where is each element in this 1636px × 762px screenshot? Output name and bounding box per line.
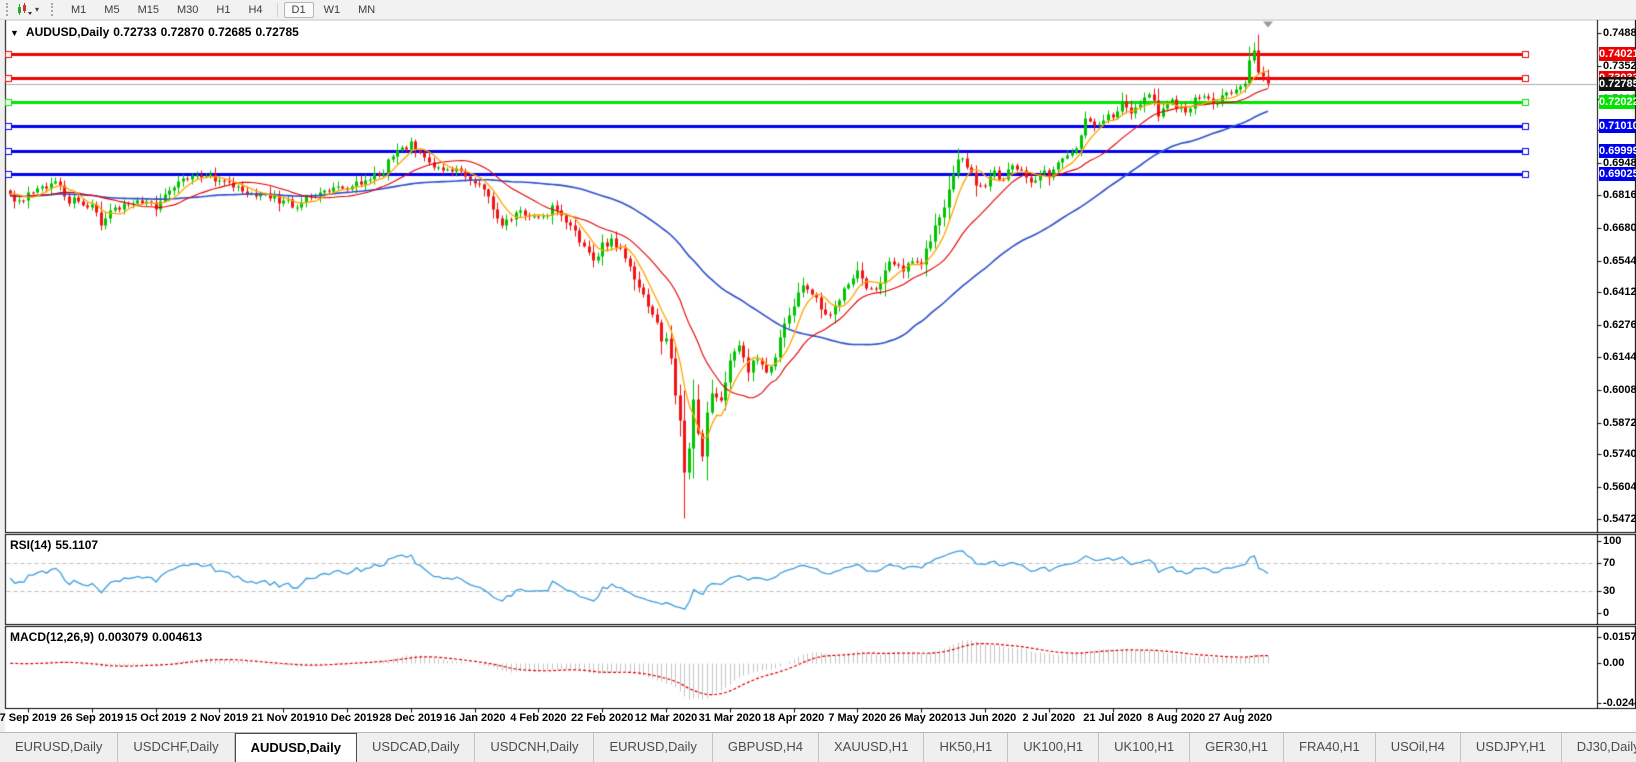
symbol-tab-uk100-h1-9[interactable]: UK100,H1 [1008,733,1100,762]
timeframe-button-h1[interactable]: H1 [208,2,238,18]
ohlc-low: 0.72685 [208,25,252,39]
symbol-tab-hk50-h1-8[interactable]: HK50,H1 [924,733,1009,762]
symbol-tab-usoil-h4-13[interactable]: USOil,H4 [1376,733,1461,762]
symbol-tab-uk100-h1-10[interactable]: UK100,H1 [1099,733,1191,762]
collapse-chart-button[interactable]: ▼ [10,28,19,38]
chart-title: ▼ AUDUSD,Daily 0.72733 0.72870 0.72685 0.7278… [10,25,303,39]
macd-name: MACD(12,26,9) [10,630,95,644]
timeframes-toolbar: ▾ M1 M5 M15 M30 H1 H4 D1 W1 MN [0,0,1636,20]
ohlc-open: 0.72733 [113,25,157,39]
symbol-tab-gbpusd-h4-6[interactable]: GBPUSD,H4 [713,733,820,762]
symbol-tab-fra40-h1-12[interactable]: FRA40,H1 [1284,733,1376,762]
timeframe-button-d1[interactable]: D1 [283,1,314,18]
symbol-tab-dj30-daily-15[interactable]: DJ30,Daily [1562,733,1636,762]
symbol-tab-usdcnh-daily-4[interactable]: USDCNH,Daily [475,733,595,762]
timeframe-button-m15[interactable]: M15 [130,2,167,18]
symbol-tab-usdchf-daily-1[interactable]: USDCHF,Daily [118,733,235,762]
charts-bar-icon[interactable] [17,3,33,16]
timeframe-button-m5[interactable]: M5 [96,2,127,18]
chart-canvas[interactable] [0,0,1636,762]
symbol-tab-ger30-h1-11[interactable]: GER30,H1 [1190,733,1285,762]
macd-main-value: 0.003079 [98,630,149,644]
ohlc-close: 0.72785 [255,25,299,39]
symbol-tab-usdcad-daily-3[interactable]: USDCAD,Daily [357,733,476,762]
timeframe-button-w1[interactable]: W1 [316,2,349,18]
toolbar-dropdown-arrow-icon[interactable]: ▾ [35,5,39,14]
rsi-name: RSI(14) [10,538,52,552]
symbol-tab-xauusd-h1-7[interactable]: XAUUSD,H1 [819,733,925,762]
macd-signal-value: 0.004613 [152,630,203,644]
rsi-value: 55.1107 [55,538,99,552]
chart-symbol-period: AUDUSD,Daily [25,25,110,39]
timeframe-button-h4[interactable]: H4 [240,2,270,18]
rsi-label: RSI(14) 55.1107 [10,538,102,552]
symbol-tab-audusd-daily-2[interactable]: AUDUSD,Daily [234,733,357,762]
symbol-tab-bar: EURUSD,Daily USDCHF,Daily AUDUSD,Daily USDC… [0,732,1636,762]
macd-label: MACD(12,26,9) 0.003079 0.004613 [10,630,206,644]
symbol-tab-usdjpy-h1-14[interactable]: USDJPY,H1 [1461,733,1562,762]
ohlc-high: 0.72870 [160,25,205,39]
toolbar-grip2[interactable] [51,3,58,16]
timeframe-button-m30[interactable]: M30 [169,2,206,18]
symbol-tab-eurusd-daily-0[interactable]: EURUSD,Daily [0,733,119,762]
toolbar-separator [276,2,278,17]
timeframe-button-m1[interactable]: M1 [63,2,94,18]
toolbar-grip[interactable] [6,3,13,16]
timeframe-button-mn[interactable]: MN [350,2,383,18]
mt4-window: ▾ M1 M5 M15 M30 H1 H4 D1 W1 MN ▼ AUDUSD,Daily 0.72… [0,0,1636,762]
symbol-tab-eurusd-daily-5[interactable]: EURUSD,Daily [594,733,713,762]
